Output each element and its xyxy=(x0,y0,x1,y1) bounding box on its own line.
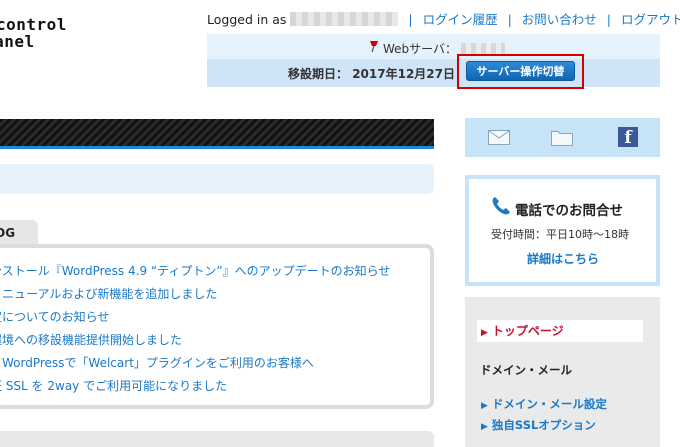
menu-item-ssl-option[interactable]: ▶ 独自SSLオプション xyxy=(477,417,596,433)
menu-item-domain-mail-settings[interactable]: ▶ ドメイン・メール設定 xyxy=(477,396,607,412)
migration-label: 移設期日： xyxy=(288,67,349,81)
web-server-name-redacted xyxy=(461,43,506,54)
info-strip xyxy=(0,164,434,194)
mail-icon[interactable] xyxy=(488,130,510,145)
login-history-link[interactable]: ログイン履歴 xyxy=(423,12,498,27)
news-item[interactable]: 証 SSL を 2way でご利用可能になりました xyxy=(0,377,227,394)
switch-button-highlight: サーバー操作切替 xyxy=(457,54,584,89)
arrow-right-icon: ▶ xyxy=(481,401,488,411)
login-bar: Logged in as | ログイン履歴 | お問い合わせ | ログアウト xyxy=(207,9,680,27)
news-item[interactable]: 定についてのお知らせ xyxy=(0,308,109,325)
contact-link[interactable]: お問い合わせ xyxy=(522,12,597,27)
next-section-header xyxy=(0,431,434,447)
news-box: ンストール『WordPress 4.9 “ティプトン”』へのアップデートのお知ら… xyxy=(0,244,434,409)
server-panel: Webサーバ： 移設期日： 2017年12月27日 xyxy=(207,34,660,87)
social-bar: f xyxy=(465,118,660,157)
server-switch-button[interactable]: サーバー操作切替 xyxy=(466,61,575,81)
arrow-right-icon: ▶ xyxy=(481,422,488,432)
menu-item-label: 独自SSLオプション xyxy=(491,418,596,432)
news-item[interactable]: 】WordPressで「Welcart」プラグインをご利用のお客様へ xyxy=(0,354,314,371)
menu-item-top-page[interactable]: ▶ トップページ xyxy=(477,320,643,342)
control-panel-logo[interactable]: control panel xyxy=(0,14,100,50)
migration-date-wrap: 移設期日： 2017年12月27日 xyxy=(288,65,455,82)
logged-in-label: Logged in as xyxy=(207,12,287,27)
contact-details-link[interactable]: 詳細はこちら xyxy=(527,250,599,267)
folder-icon[interactable] xyxy=(551,129,573,146)
contact-hours: 受付時間：平日10時〜18時 xyxy=(491,228,629,241)
menu-item-label: トップページ xyxy=(491,324,564,338)
menu-item-label: ドメイン・メール設定 xyxy=(491,397,607,411)
separator: | xyxy=(507,12,512,27)
pin-icon xyxy=(370,41,378,53)
news-item[interactable]: リニューアルおよび新機能を追加しました xyxy=(0,285,217,302)
username-redacted xyxy=(290,12,399,26)
separator: | xyxy=(606,12,611,27)
contact-title: 電話でのお問合せ xyxy=(515,203,623,219)
news-item[interactable]: ンストール『WordPress 4.9 “ティプトン”』へのアップデートのお知ら… xyxy=(0,262,390,279)
migration-row: 移設期日： 2017年12月27日 xyxy=(207,59,660,87)
facebook-icon[interactable]: f xyxy=(618,127,638,148)
web-server-row: Webサーバ： xyxy=(207,34,660,59)
header-band xyxy=(0,119,434,149)
phone-icon xyxy=(492,197,510,215)
blog-tab[interactable]: OG xyxy=(0,220,38,244)
blog-tab-label: OG xyxy=(0,226,16,240)
separator: | xyxy=(408,12,413,27)
logo-line2: panel xyxy=(0,32,35,50)
phone-contact-box: 電話でのお問合せ 受付時間：平日10時〜18時 詳細はこちら xyxy=(465,175,660,286)
sidebar-menu: ▶ トップページ ドメイン・メール ▶ ドメイン・メール設定 ▶ 独自SSLオプション xyxy=(465,297,660,447)
web-server-label: Webサーバ： xyxy=(383,42,458,56)
logout-link[interactable]: ログアウト xyxy=(621,12,680,27)
arrow-right-icon: ▶ xyxy=(481,328,488,338)
news-item[interactable]: 環境への移設機能提供開始しました xyxy=(0,331,182,348)
menu-heading-domain-mail: ドメイン・メール xyxy=(480,363,572,377)
migration-date: 2017年12月27日 xyxy=(352,67,456,81)
